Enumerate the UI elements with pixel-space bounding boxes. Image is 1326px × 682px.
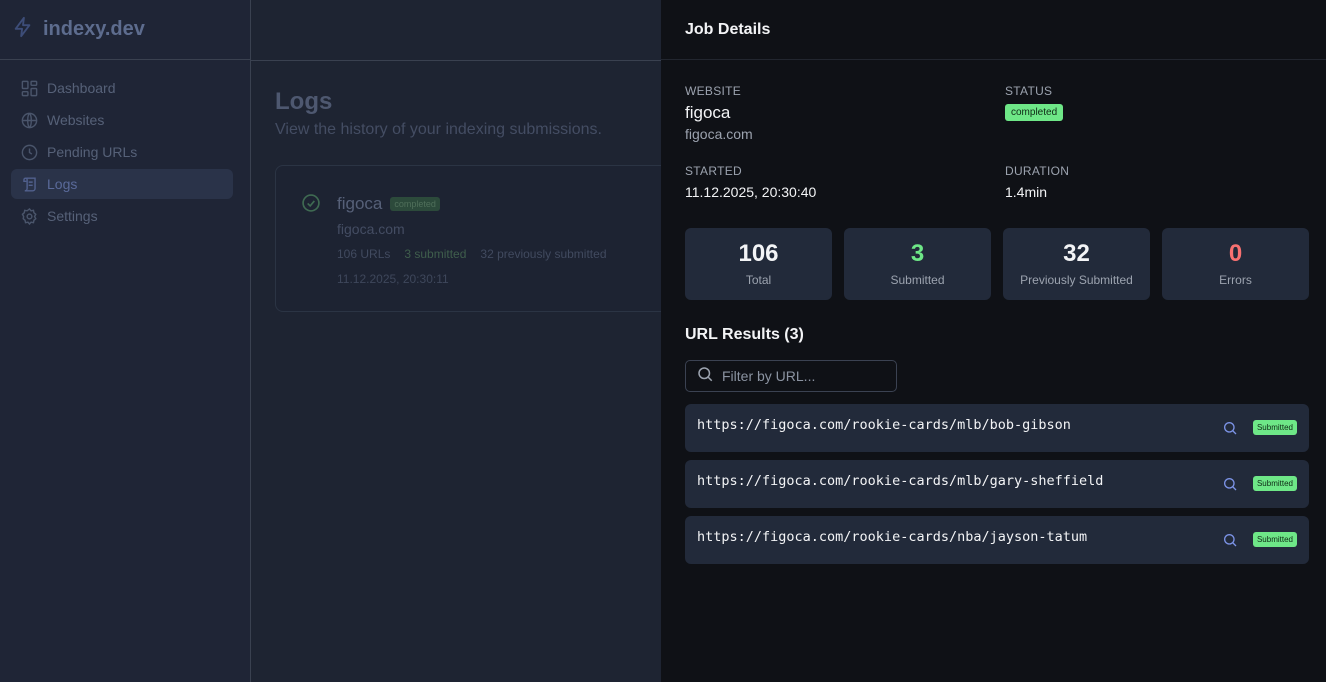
brand[interactable]: indexy.dev xyxy=(0,0,250,60)
filter-input[interactable] xyxy=(722,368,882,384)
stat-label: Errors xyxy=(1219,272,1252,287)
log-card-previously: 32 previously submitted xyxy=(480,247,607,261)
stat-value: 32 xyxy=(1063,239,1090,267)
stat-value: 3 xyxy=(910,239,925,267)
url-result-row: https://figoca.com/rookie-cards/nba/jays… xyxy=(685,516,1309,564)
url-results-title: URL Results (3) xyxy=(685,326,804,343)
sidebar: indexy.dev Dashboard Websites Pending UR… xyxy=(0,0,251,682)
dashboard-icon xyxy=(21,80,38,96)
drawer-title: Job Details xyxy=(661,0,1326,60)
started-value: 11.12.2025, 20:30:40 xyxy=(685,184,817,200)
sidebar-item-settings[interactable]: Settings xyxy=(11,201,233,231)
globe-icon xyxy=(21,112,38,128)
job-details-drawer: Job Details WEBSITE figoca figoca.com ST… xyxy=(661,0,1326,682)
stat-value: 106 xyxy=(738,239,779,267)
url-text: https://figoca.com/rookie-cards/mlb/gary… xyxy=(697,473,1104,489)
sidebar-item-label: Settings xyxy=(47,208,98,224)
sidebar-item-websites[interactable]: Websites xyxy=(11,105,233,135)
stat-submitted: 3 Submitted xyxy=(844,228,991,300)
stat-label: Previously Submitted xyxy=(1020,272,1133,287)
check-circle-icon xyxy=(301,193,321,218)
status-badge: completed xyxy=(1005,104,1064,121)
url-status-badge: Submitted xyxy=(1252,532,1297,547)
sidebar-item-dashboard[interactable]: Dashboard xyxy=(11,73,233,103)
url-status-badge: Submitted xyxy=(1252,476,1297,491)
log-card-domain: figoca.com xyxy=(337,221,405,237)
website-name: figoca xyxy=(685,103,731,122)
log-card[interactable]: figoca completed figoca.com 106 URLs 3 s… xyxy=(275,165,695,312)
sidebar-item-pending-urls[interactable]: Pending URLs xyxy=(11,137,233,167)
meta-website: WEBSITE figoca figoca.com xyxy=(685,84,753,142)
url-result-row: https://figoca.com/rookie-cards/mlb/gary… xyxy=(685,460,1309,508)
filter-field[interactable] xyxy=(685,360,897,392)
url-results-list: https://figoca.com/rookie-cards/mlb/bob-… xyxy=(685,404,1309,572)
brand-name: indexy.dev xyxy=(43,18,145,40)
stats-row: 106 Total 3 Submitted 32 Previously Subm… xyxy=(685,228,1309,300)
log-card-urls: 106 URLs xyxy=(337,247,391,261)
log-card-name: figoca xyxy=(337,194,383,213)
status-label: STATUS xyxy=(1005,84,1053,98)
log-card-stats: 106 URLs 3 submitted 32 previously submi… xyxy=(337,247,607,261)
search-icon xyxy=(696,365,714,388)
clock-icon xyxy=(21,144,38,160)
url-text: https://figoca.com/rookie-cards/mlb/bob-… xyxy=(697,417,1071,433)
scroll-icon xyxy=(23,176,36,192)
stat-total: 106 Total xyxy=(685,228,832,300)
log-card-submitted: 3 submitted xyxy=(404,247,467,261)
sidebar-item-label: Websites xyxy=(47,112,105,128)
stat-value: 0 xyxy=(1228,239,1243,267)
meta-status: STATUS completed xyxy=(1005,84,1064,121)
inspect-url-icon[interactable] xyxy=(1222,420,1238,441)
sidebar-item-label: Dashboard xyxy=(47,80,116,96)
duration-label: DURATION xyxy=(1005,164,1070,178)
inspect-url-icon[interactable] xyxy=(1222,476,1238,497)
meta-started: STARTED 11.12.2025, 20:30:40 xyxy=(685,164,816,200)
url-result-row: https://figoca.com/rookie-cards/mlb/bob-… xyxy=(685,404,1309,452)
inspect-url-icon[interactable] xyxy=(1222,532,1238,553)
stat-previously-submitted: 32 Previously Submitted xyxy=(1003,228,1150,300)
sidebar-item-label: Pending URLs xyxy=(47,144,138,160)
stat-label: Submitted xyxy=(890,272,945,287)
log-card-title: figoca completed xyxy=(337,194,440,214)
status-badge: completed xyxy=(390,197,440,211)
sidebar-nav: Dashboard Websites Pending URLs Logs Set… xyxy=(0,60,250,231)
sidebar-item-label: Logs xyxy=(47,176,78,192)
url-text: https://figoca.com/rookie-cards/nba/jays… xyxy=(697,529,1088,545)
duration-value: 1.4min xyxy=(1005,184,1048,200)
started-label: STARTED xyxy=(685,164,742,178)
lightning-icon xyxy=(12,15,34,44)
gear-icon xyxy=(21,207,37,225)
log-card-date: 11.12.2025, 20:30:11 xyxy=(337,272,449,286)
sidebar-item-logs[interactable]: Logs xyxy=(11,169,233,199)
website-domain: figoca.com xyxy=(685,126,753,142)
website-label: WEBSITE xyxy=(685,84,742,98)
meta-duration: DURATION 1.4min xyxy=(1005,164,1069,200)
url-status-badge: Submitted xyxy=(1252,420,1297,435)
stat-errors: 0 Errors xyxy=(1162,228,1309,300)
stat-label: Total xyxy=(745,272,772,287)
